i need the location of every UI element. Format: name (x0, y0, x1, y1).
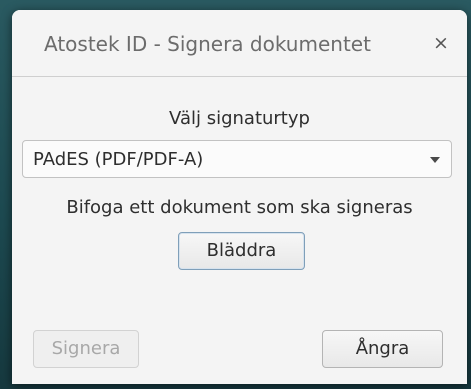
close-icon[interactable]: × (430, 32, 452, 54)
signature-type-label: Välj signaturtyp (169, 108, 310, 129)
signing-dialog: Atostek ID - Signera dokumentet × Välj s… (12, 10, 467, 384)
sign-button[interactable]: Signera (33, 330, 139, 368)
browse-button[interactable]: Bläddra (178, 232, 305, 270)
attach-document-instruction: Bifoga ett dokument som ska signeras (66, 197, 413, 218)
signature-type-dropdown[interactable]: PAdES (PDF/PDF-A) (22, 140, 452, 178)
window-title: Atostek ID - Signera dokumentet (44, 32, 371, 56)
cancel-button[interactable]: Ångra (322, 330, 443, 368)
chevron-down-icon (430, 157, 440, 163)
title-bar: Atostek ID - Signera dokumentet × (12, 10, 467, 77)
selected-signature-type: PAdES (PDF/PDF-A) (33, 149, 204, 170)
